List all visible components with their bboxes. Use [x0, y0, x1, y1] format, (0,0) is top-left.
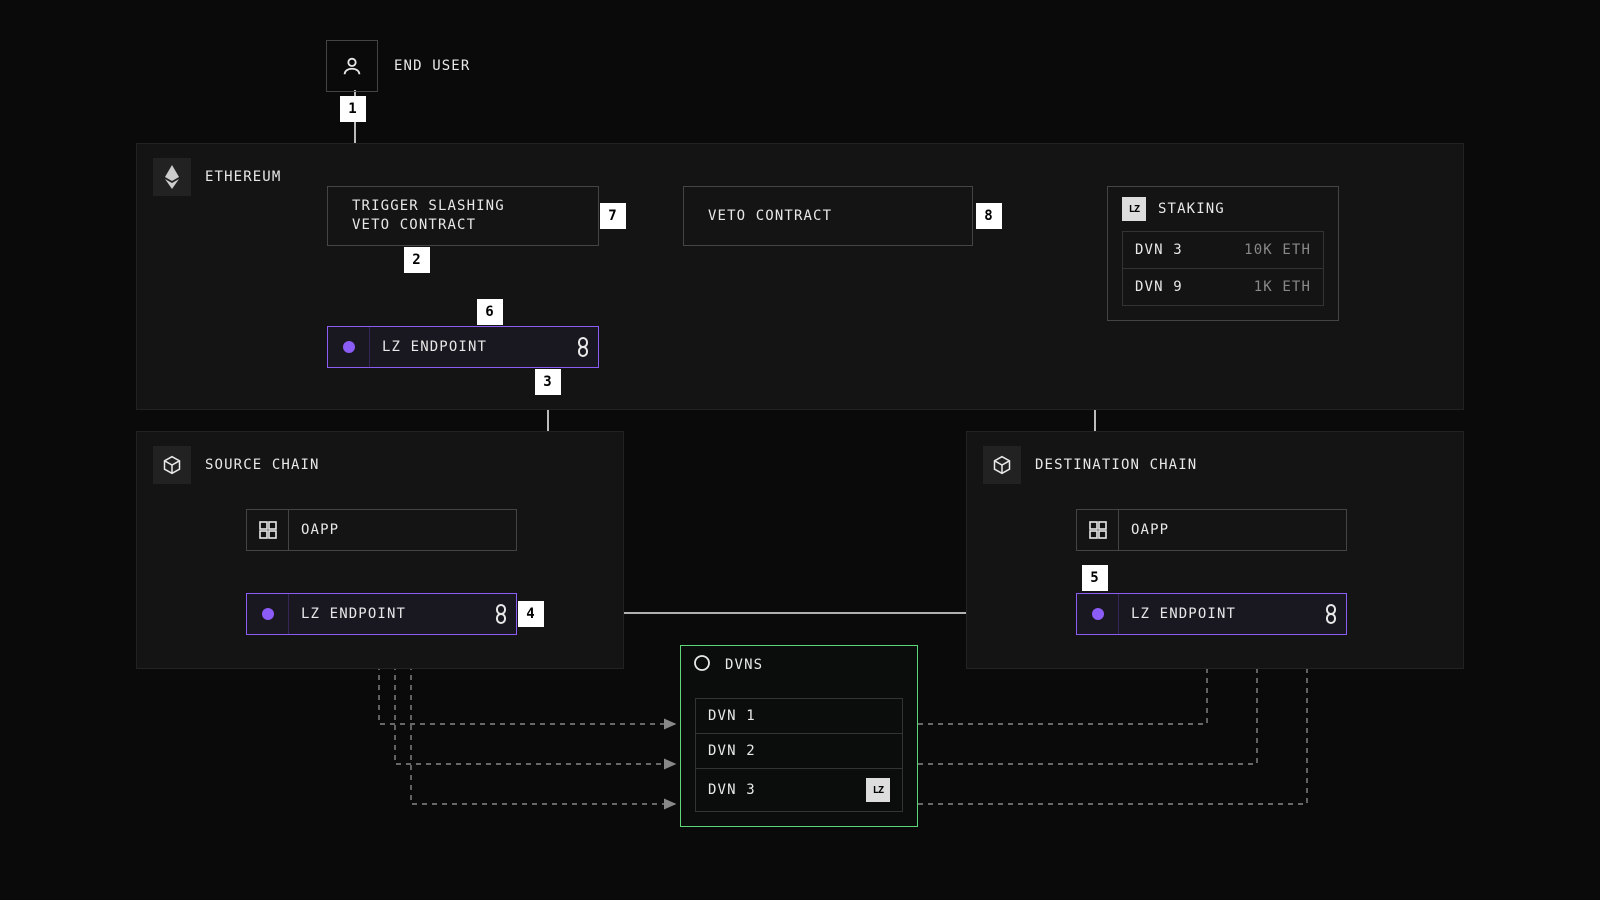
staking-list: DVN 3 10K ETH DVN 9 1K ETH	[1122, 231, 1324, 306]
staking-title: STAKING	[1158, 201, 1225, 217]
lz-endpoint-source: LZ ENDPOINT	[246, 593, 517, 635]
dvns-row: DVN 3 LZ	[696, 768, 902, 811]
dvns-list: DVN 1 DVN 2 DVN 3 LZ	[695, 698, 903, 812]
destination-chain-header: DESTINATION CHAIN	[983, 446, 1197, 484]
step-8: 8	[976, 203, 1002, 229]
ethereum-icon	[153, 158, 191, 196]
oapp-dest: OAPP	[1076, 509, 1347, 551]
chain-link-icon	[1316, 594, 1346, 634]
source-chain-title: SOURCE CHAIN	[205, 457, 320, 473]
grid-icon	[1077, 510, 1119, 550]
grid-icon	[247, 510, 289, 550]
staking-row: DVN 9 1K ETH	[1123, 268, 1323, 305]
step-2: 2	[404, 247, 430, 273]
lz-endpoint-ethereum: LZ ENDPOINT	[327, 326, 599, 368]
dvns-header: DVNS	[681, 646, 917, 684]
user-icon	[326, 40, 378, 92]
veto-contract-box: VETO CONTRACT	[683, 186, 973, 246]
dvns-title: DVNS	[725, 657, 763, 673]
staking-name: DVN 3	[1135, 242, 1183, 258]
source-chain-panel: SOURCE CHAIN OAPP LZ ENDPOINT	[136, 431, 624, 669]
staking-header: LZ STAKING	[1108, 187, 1338, 231]
lz-logo-icon: LZ	[1122, 197, 1146, 221]
cube-icon	[983, 446, 1021, 484]
chain-link-icon	[568, 327, 598, 367]
lz-endpoint-label: LZ ENDPOINT	[289, 606, 486, 622]
step-5: 5	[1082, 565, 1108, 591]
dvns-name: DVN 3	[708, 782, 756, 798]
lz-dot-icon	[247, 594, 289, 634]
lz-endpoint-dest: LZ ENDPOINT	[1076, 593, 1347, 635]
lz-endpoint-label: LZ ENDPOINT	[370, 339, 568, 355]
end-user-label: END USER	[394, 58, 470, 74]
dvns-row: DVN 1	[696, 699, 902, 733]
destination-chain-panel: DESTINATION CHAIN OAPP LZ ENDPOINT	[966, 431, 1464, 669]
oapp-label: OAPP	[289, 521, 351, 540]
step-1: 1	[340, 96, 366, 122]
oapp-label: OAPP	[1119, 521, 1181, 540]
dvns-name: DVN 2	[708, 743, 756, 759]
step-4: 4	[518, 601, 544, 627]
veto-contract-label: VETO CONTRACT	[696, 207, 844, 226]
ethereum-header: ETHEREUM	[153, 158, 281, 196]
lz-logo-icon: LZ	[866, 778, 890, 802]
dvns-panel: DVNS DVN 1 DVN 2 DVN 3 LZ	[680, 645, 918, 827]
cube-icon	[153, 446, 191, 484]
lz-dot-icon	[1077, 594, 1119, 634]
step-7: 7	[600, 203, 626, 229]
source-chain-header: SOURCE CHAIN	[153, 446, 320, 484]
dvns-row: DVN 2	[696, 733, 902, 768]
staking-amount: 1K ETH	[1254, 279, 1311, 295]
staking-amount: 10K ETH	[1244, 242, 1311, 258]
end-user: END USER	[326, 40, 470, 92]
step-3: 3	[535, 369, 561, 395]
lz-endpoint-label: LZ ENDPOINT	[1119, 606, 1316, 622]
staking-name: DVN 9	[1135, 279, 1183, 295]
lz-dot-icon	[328, 327, 370, 367]
staking-row: DVN 3 10K ETH	[1123, 232, 1323, 268]
destination-chain-title: DESTINATION CHAIN	[1035, 457, 1197, 473]
trigger-slashing-label: TRIGGER SLASHING VETO CONTRACT	[340, 197, 517, 235]
step-6: 6	[477, 299, 503, 325]
oapp-source: OAPP	[246, 509, 517, 551]
dvns-name: DVN 1	[708, 708, 756, 724]
staking-panel: LZ STAKING DVN 3 10K ETH DVN 9 1K ETH	[1107, 186, 1339, 321]
chain-link-icon	[486, 594, 516, 634]
circle-outline-icon	[693, 654, 711, 676]
ethereum-panel: ETHEREUM TRIGGER SLASHING VETO CONTRACT …	[136, 143, 1464, 410]
trigger-slashing-box: TRIGGER SLASHING VETO CONTRACT	[327, 186, 599, 246]
ethereum-title: ETHEREUM	[205, 169, 281, 185]
